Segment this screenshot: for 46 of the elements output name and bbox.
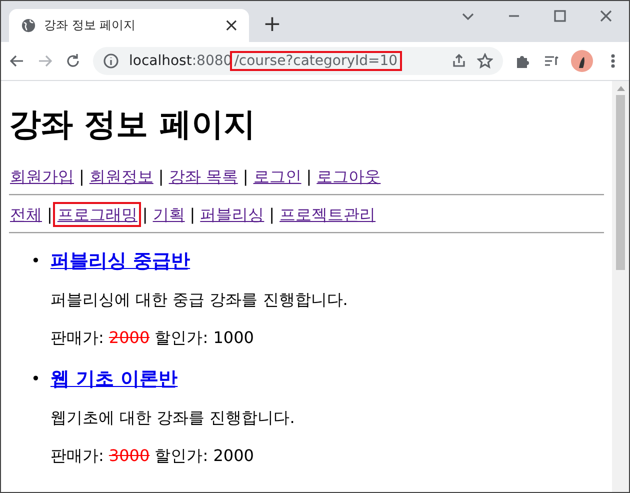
separator: | [269,205,275,224]
star-icon[interactable] [477,53,493,69]
address-bar[interactable]: localhost:8080/course?categoryId=10 [93,47,503,75]
bullet: • [31,250,40,272]
reload-icon[interactable] [65,53,81,69]
course-title-link[interactable]: 웹 기초 이론반 [50,368,178,390]
nav-link[interactable]: 회원가입 [9,167,75,186]
separator: | [47,205,52,224]
tab-title: 강좌 정보 페이지 [44,17,137,34]
category-link[interactable]: 퍼블리싱 [199,205,266,224]
category-link[interactable]: 기획 [152,205,186,224]
page-heading: 강좌 정보 페이지 [9,104,256,145]
new-tab-button[interactable]: + [263,14,282,36]
nav-link[interactable]: 로그인 [252,167,302,186]
maximize-icon[interactable] [552,8,568,24]
close-tab-button[interactable]: × [224,16,239,34]
course-title-link[interactable]: 퍼블리싱 중급반 [50,250,190,272]
bullet: • [31,368,40,390]
back-icon[interactable] [9,53,25,69]
course-price: 판매가: 3000 할인가: 2000 [50,446,255,467]
nav-link[interactable]: 강좌 목록 [168,167,239,186]
puzzle-icon[interactable] [515,53,531,69]
separator: | [242,167,248,186]
separator: | [142,205,148,224]
separator: | [190,205,196,224]
close-icon[interactable] [598,8,614,24]
browser-tab[interactable]: 강좌 정보 페이지 × [9,9,249,42]
separator: | [79,167,84,186]
globe-icon [21,18,36,33]
course-description: 웹기초에 대한 강좌를 진행합니다. [50,408,295,429]
info-icon[interactable] [103,53,119,69]
nav-link[interactable]: 로그아웃 [316,167,382,186]
playlist-icon[interactable] [543,53,559,69]
nav-link[interactable]: 회원정보 [88,167,154,186]
separator: | [306,167,312,186]
separator: | [158,167,164,186]
url-text: localhost:8080/course?categoryId=10 [129,53,400,69]
scrollbar[interactable] [612,81,629,492]
course-description: 퍼블리싱에 대한 중급 강좌를 진행합니다. [50,290,348,311]
avatar[interactable] [571,50,593,72]
category-link[interactable]: 프로그래밍 [56,205,138,224]
share-icon[interactable] [451,53,467,69]
course-price: 판매가: 2000 할인가: 1000 [50,328,255,349]
scrollbar-thumb[interactable] [616,95,625,270]
category-link[interactable]: 전체 [9,205,43,224]
category-link[interactable]: 프로젝트관리 [278,205,377,224]
